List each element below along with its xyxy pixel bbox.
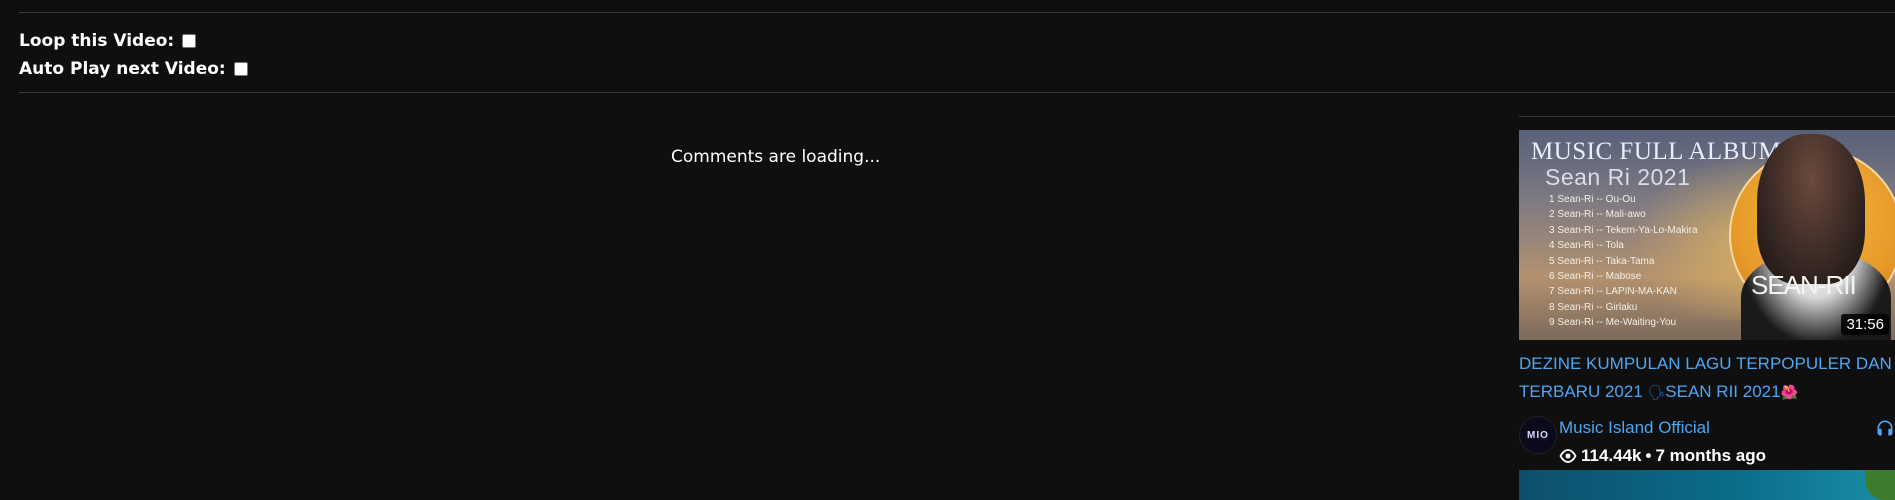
channel-avatar[interactable]: MIO xyxy=(1519,416,1557,454)
upload-age: 7 months ago xyxy=(1655,446,1766,465)
view-count: 114.44k xyxy=(1581,446,1642,465)
video-thumbnail[interactable]: MUSIC FULL ALBUM Sean Ri 2021 1 Sean-Ri … xyxy=(1519,130,1895,340)
autoplay-next-option[interactable]: Auto Play next Video: xyxy=(19,59,248,79)
thumbnail-track: 3 Sean-Ri -- Tekem-Ya-Lo-Makira xyxy=(1549,224,1698,236)
speaking-head-emoji: 🗣 xyxy=(1647,384,1666,400)
thumbnail-track: 4 Sean-Ri -- Tola xyxy=(1549,240,1624,252)
thumbnail-artist-name: SEAN-RII xyxy=(1751,270,1857,300)
divider-top xyxy=(19,12,1895,13)
video-duration: 31:56 xyxy=(1841,314,1889,335)
thumbnail-title-line2: Sean Ri 2021 xyxy=(1545,164,1691,190)
thumbnail-tracklist: 1 Sean-Ri -- Ou-Ou 2 Sean-Ri -- Mali-awo… xyxy=(1549,192,1698,331)
sidebar-divider xyxy=(1519,116,1895,117)
thumbnail-track: 2 Sean-Ri -- Mali-awo xyxy=(1549,209,1646,221)
loop-video-label: Loop this Video: xyxy=(19,31,175,51)
divider-options xyxy=(19,92,1895,93)
next-thumbnail-leaf xyxy=(1865,470,1895,500)
thumbnail-artist xyxy=(1757,134,1865,284)
autoplay-next-label: Auto Play next Video: xyxy=(19,59,226,79)
meta-separator: • xyxy=(1645,446,1652,465)
channel-row: MIO Music Island Official 114.44k • 7 mo… xyxy=(1519,416,1895,468)
headphones-icon[interactable] xyxy=(1875,418,1895,438)
comments-loading-text: Comments are loading... xyxy=(671,147,881,167)
video-meta: 114.44k • 7 months ago xyxy=(1559,446,1766,466)
autoplay-next-checkbox[interactable] xyxy=(233,62,248,76)
thumbnail-track: 1 Sean-Ri -- Ou-Ou xyxy=(1549,194,1636,205)
channel-name-link[interactable]: Music Island Official xyxy=(1559,418,1710,438)
related-video-card[interactable]: MUSIC FULL ALBUM Sean Ri 2021 1 Sean-Ri … xyxy=(1519,130,1895,468)
thumbnail-track: 9 Sean-Ri -- Me-Waiting-You xyxy=(1549,317,1677,329)
page: Loop this Video: Auto Play next Video: C… xyxy=(0,0,1895,500)
video-title-part2: SEAN RII 2021 xyxy=(1665,382,1781,401)
loop-video-option[interactable]: Loop this Video: xyxy=(19,31,197,51)
thumbnail-track: 7 Sean-Ri -- LAPIN-MA-KAN xyxy=(1549,286,1677,298)
thumbnail-track: 6 Sean-Ri -- Mabose xyxy=(1549,271,1642,283)
loop-video-checkbox[interactable] xyxy=(182,34,197,48)
thumbnail-title-line1: MUSIC FULL ALBUM xyxy=(1531,138,1782,165)
eye-icon xyxy=(1559,449,1577,463)
thumbnail-track: 5 Sean-Ri -- Taka-Tama xyxy=(1549,255,1655,267)
next-video-thumbnail[interactable] xyxy=(1519,470,1895,500)
video-title-link[interactable]: DEZINE KUMPULAN LAGU TERPOPULER DAN TERB… xyxy=(1519,350,1895,406)
thumbnail-track: 8 Sean-Ri -- Girlaku xyxy=(1549,301,1638,313)
hibiscus-emoji: 🌺 xyxy=(1780,384,1798,400)
